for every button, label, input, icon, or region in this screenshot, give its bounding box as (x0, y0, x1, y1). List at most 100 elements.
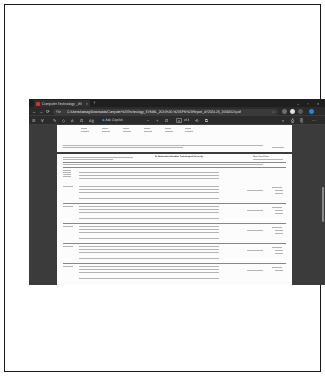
page-view-icon[interactable]: ⊡ (80, 117, 83, 124)
maximize-icon[interactable]: ▫ (307, 100, 308, 107)
grade-row (79, 246, 219, 247)
grade-row (79, 212, 219, 213)
grade-row (79, 189, 219, 190)
result-value (275, 233, 283, 234)
url-text: C:/Users/kamag/Downloads/Computer%20Tech… (67, 109, 241, 114)
result-value (247, 210, 263, 211)
text-line (102, 131, 110, 132)
grade-row (79, 249, 219, 250)
student-name (63, 206, 73, 207)
text-line (63, 174, 71, 175)
contents-icon[interactable]: ☰ (32, 117, 36, 124)
text-line (144, 128, 150, 129)
tab-close-icon[interactable]: × (86, 101, 88, 107)
header-line (253, 159, 283, 160)
grade-row (79, 218, 219, 219)
zoom-in-icon[interactable]: + (156, 117, 158, 124)
grade-row (79, 266, 219, 267)
add-text-icon[interactable]: A (71, 117, 74, 124)
table-header-line (63, 164, 263, 165)
file-scheme-label: File (56, 109, 62, 114)
fit-page-icon[interactable]: ⊡ (165, 117, 168, 124)
close-window-icon[interactable]: × (317, 100, 319, 107)
result-value (272, 187, 282, 188)
grade-row (79, 172, 219, 173)
result-value (272, 207, 282, 208)
student-name (63, 246, 73, 247)
extension-icon[interactable] (282, 108, 287, 114)
student-name (63, 266, 73, 267)
grade-row (79, 186, 219, 187)
text-line (81, 128, 87, 129)
ask-copilot-button[interactable]: ◆ Ask Copilot (102, 117, 123, 124)
two-page-icon[interactable]: ⧉ (205, 117, 208, 124)
table-rule (63, 167, 286, 168)
table-rule (63, 263, 286, 264)
pdf-icon (36, 101, 40, 106)
read-aloud-icon[interactable]: A)) (89, 117, 94, 124)
result-value (272, 267, 282, 268)
highlight-icon[interactable]: ✎ (53, 117, 56, 124)
student-name (63, 186, 73, 187)
save-icon[interactable]: ⎙ (291, 117, 294, 124)
footnote-line (63, 145, 263, 146)
text-line (63, 172, 71, 173)
reload-icon[interactable]: ⟳ (46, 108, 50, 115)
table-rule (63, 223, 286, 224)
copilot-icon[interactable] (309, 108, 314, 114)
url-input[interactable]: File C:/Users/kamag/Downloads/Computer%2… (53, 108, 278, 115)
page-number-text (272, 147, 284, 148)
result-value (275, 250, 283, 251)
grade-row (79, 198, 219, 199)
forward-icon[interactable]: → (39, 108, 43, 115)
pdf-viewer[interactable]: Dr. Babasaheb Ambedkar Technological Uni… (29, 125, 325, 285)
result-value (275, 190, 283, 191)
text-line (165, 128, 171, 129)
grade-row (79, 278, 219, 279)
grade-row (79, 269, 219, 270)
grade-row (79, 272, 219, 273)
result-value (275, 253, 283, 254)
grade-row (79, 178, 219, 179)
browser-window: Computer Technology _WIPPA... × + – ▫ × … (29, 99, 325, 285)
search-icon[interactable]: ⌕ (282, 117, 284, 124)
table-rule (63, 162, 286, 163)
text-line (144, 131, 152, 132)
result-value (275, 230, 283, 231)
grade-row (79, 209, 219, 210)
result-value (272, 227, 282, 228)
section-heading: Winter Result Sheet (253, 156, 269, 158)
back-icon[interactable]: ← (32, 108, 36, 115)
tab-strip: Computer Technology _WIPPA... × + – ▫ × (29, 99, 325, 107)
result-value (247, 250, 263, 251)
grade-row (79, 206, 219, 207)
table-rule (63, 203, 286, 204)
erase-icon[interactable]: ◇ (62, 117, 65, 124)
draw-icon[interactable]: ∀ (41, 117, 44, 124)
favorites-icon[interactable] (298, 108, 303, 114)
pdf-page-current: Dr. Babasaheb Ambedkar Technological Uni… (57, 154, 292, 285)
result-value (247, 190, 263, 191)
text-line (185, 128, 191, 129)
tab-active[interactable]: Computer Technology _WIPPA... × (34, 100, 90, 107)
header-line (63, 157, 133, 158)
rotate-icon[interactable]: ⟲ (195, 117, 198, 124)
zoom-out-icon[interactable]: − (147, 117, 149, 124)
more-options-icon[interactable]: ⋯ (312, 117, 316, 124)
minimize-icon[interactable]: – (297, 100, 299, 107)
page-number-input[interactable]: 3 (176, 118, 182, 123)
vertical-scrollbar[interactable] (321, 187, 324, 222)
grade-row (79, 232, 219, 233)
ask-copilot-label: Ask Copilot (105, 118, 123, 122)
text-line (123, 131, 131, 132)
profile-avatar-icon[interactable] (290, 108, 295, 114)
new-tab-button[interactable]: + (93, 100, 96, 106)
text-line (63, 170, 71, 171)
table-rule (63, 243, 286, 244)
grade-row (79, 229, 219, 230)
print-icon[interactable]: ⎘ (300, 117, 303, 124)
tab-title: Computer Technology _WIPPA... (42, 101, 82, 106)
grade-row (79, 258, 219, 259)
bookmark-star-icon[interactable]: ☆ (272, 109, 275, 115)
result-value (247, 230, 263, 231)
